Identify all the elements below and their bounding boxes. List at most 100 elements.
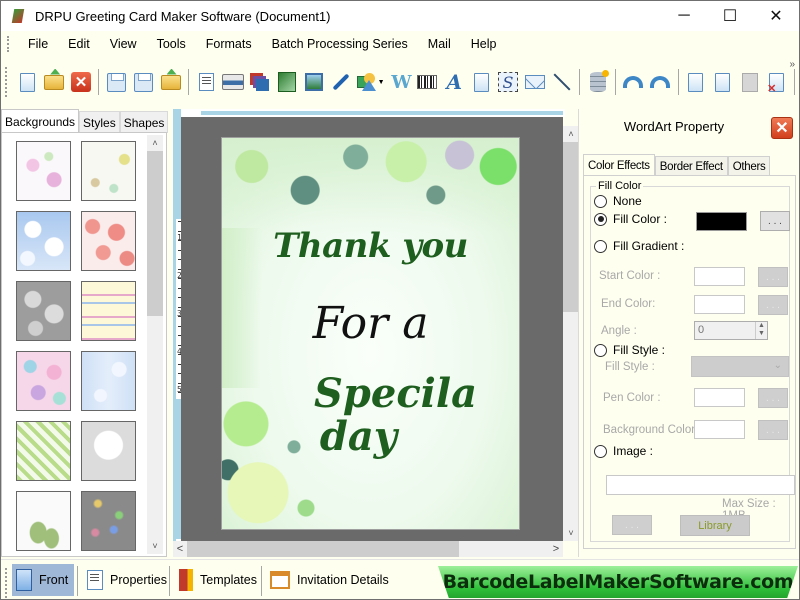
bottom-bar-grip[interactable] [5,568,8,598]
radio-label: Image : [613,444,654,458]
radio-button[interactable] [594,194,607,208]
background-thumbnail[interactable] [16,211,71,271]
menu-view[interactable]: View [100,37,147,51]
left-panel-scrollbar[interactable]: ˄ ˅ [147,135,163,554]
tab-front[interactable]: Front [12,564,74,596]
minimize-button[interactable]: ─ [661,1,707,31]
tab-border-effect[interactable]: Border Effect [654,156,728,176]
toolbar-grip[interactable] [5,67,8,97]
save-button[interactable] [106,70,128,94]
close-document-button[interactable]: ✕ [70,70,92,94]
radio-button[interactable] [594,343,607,357]
menu-tools[interactable]: Tools [147,37,196,51]
canvas-vertical-scrollbar[interactable]: ˄ ˅ [563,126,579,541]
layers-button[interactable] [249,70,271,94]
print-button[interactable] [222,70,245,94]
background-thumbnail[interactable] [81,421,136,481]
copy-button[interactable] [712,70,734,94]
wordart-button[interactable]: W [390,70,411,94]
scroll-up-button[interactable]: ˄ [147,135,163,151]
app-logo-icon [11,8,27,24]
fill-color-browse-button[interactable]: . . . [760,211,790,231]
toolbar-overflow-button[interactable]: » [789,59,795,70]
delete-button[interactable]: ✕ [766,70,788,95]
undo-button[interactable] [622,70,644,94]
scroll-down-button[interactable]: ˅ [147,538,163,554]
radio-button[interactable] [594,212,607,226]
menu-help[interactable]: Help [461,37,507,51]
menu-formats[interactable]: Formats [196,37,262,51]
menu-edit[interactable]: Edit [58,37,100,51]
close-doc-icon: ✕ [71,72,92,92]
greeting-card[interactable]: Thank you For a Specila day [221,137,520,530]
wordart-text[interactable]: Specila [247,370,519,417]
barcode-button[interactable] [416,70,438,94]
scrollbar-thumb[interactable] [187,541,459,557]
wordart-text[interactable]: Thank you [222,226,519,266]
text-file-button[interactable] [470,70,492,94]
background-thumbnail[interactable] [81,281,136,341]
background-thumbnail[interactable] [81,211,136,271]
toolbar-separator [794,69,795,95]
fill-color-swatch[interactable] [696,212,747,231]
scroll-up-button[interactable]: ˄ [563,126,579,142]
scroll-down-button[interactable]: ˅ [563,525,579,541]
background-thumbnail[interactable] [16,141,71,201]
symbol-button[interactable]: S [497,70,519,94]
menu-mail[interactable]: Mail [418,37,461,51]
radio-button[interactable] [594,239,607,253]
background-button[interactable] [276,70,298,94]
open-button[interactable] [43,70,65,94]
background-thumbnail[interactable] [81,141,136,201]
wordart-text[interactable]: For a [222,298,519,349]
close-button[interactable]: ✕ [753,1,799,31]
cut-button[interactable] [685,70,707,94]
panel-close-button[interactable]: ✕ [771,117,793,139]
menu-batch-processing-series[interactable]: Batch Processing Series [262,37,418,51]
fill-style-dropdown: ⌄ [691,356,789,377]
tab-templates[interactable]: Templates [175,564,261,596]
scroll-right-button[interactable]: > [549,541,563,557]
scrollbar-thumb[interactable] [147,151,163,316]
line-button[interactable] [551,70,573,94]
canvas-horizontal-scrollbar[interactable]: < > [173,541,563,557]
radio-none[interactable]: None [594,194,642,208]
background-thumbnail[interactable] [16,491,71,551]
maximize-button[interactable]: ☐ [707,1,753,31]
save-as-button[interactable] [133,70,155,94]
radio-button[interactable] [594,444,607,458]
menu-file[interactable]: File [18,37,58,51]
insert-image-button[interactable] [303,70,325,94]
background-thumbnail[interactable] [16,421,71,481]
export-button[interactable] [160,70,182,94]
database-button[interactable] [587,70,609,94]
wordart-text[interactable]: day [222,413,507,460]
radio-image[interactable]: Image : [594,444,653,458]
tab-styles[interactable]: Styles [79,111,120,133]
menu-grip[interactable] [7,36,10,52]
scrollbar-thumb[interactable] [563,142,579,312]
properties-button[interactable] [195,70,217,94]
tab-color-effects[interactable]: Color Effects [583,154,655,176]
text-button[interactable]: A [443,70,465,94]
background-thumbnail[interactable] [16,351,71,411]
tab-backgrounds[interactable]: Backgrounds [1,109,80,133]
shapes-button[interactable]: ▼ [356,70,385,94]
paste-button[interactable] [739,70,761,94]
tab-shapes[interactable]: Shapes [119,111,169,133]
background-thumbnail[interactable] [81,491,136,551]
tab-others[interactable]: Others [727,156,771,176]
background-thumbnail[interactable] [16,281,71,341]
radio-fill-gradient[interactable]: Fill Gradient : [594,239,684,253]
new-button[interactable] [16,70,38,94]
panel-title: WordArt Property [623,119,725,134]
scroll-left-button[interactable]: < [173,541,187,557]
radio-fill-color[interactable]: Fill Color : [594,212,667,226]
tab-invitation-details[interactable]: Invitation Details [266,564,393,596]
mail-button[interactable] [524,70,546,94]
tab-properties[interactable]: Properties [83,564,171,596]
background-thumbnail[interactable] [81,351,136,411]
signature-pen-button[interactable] [330,70,352,94]
redo-button[interactable] [649,70,671,94]
radio-fill-style[interactable]: Fill Style : [594,343,665,357]
